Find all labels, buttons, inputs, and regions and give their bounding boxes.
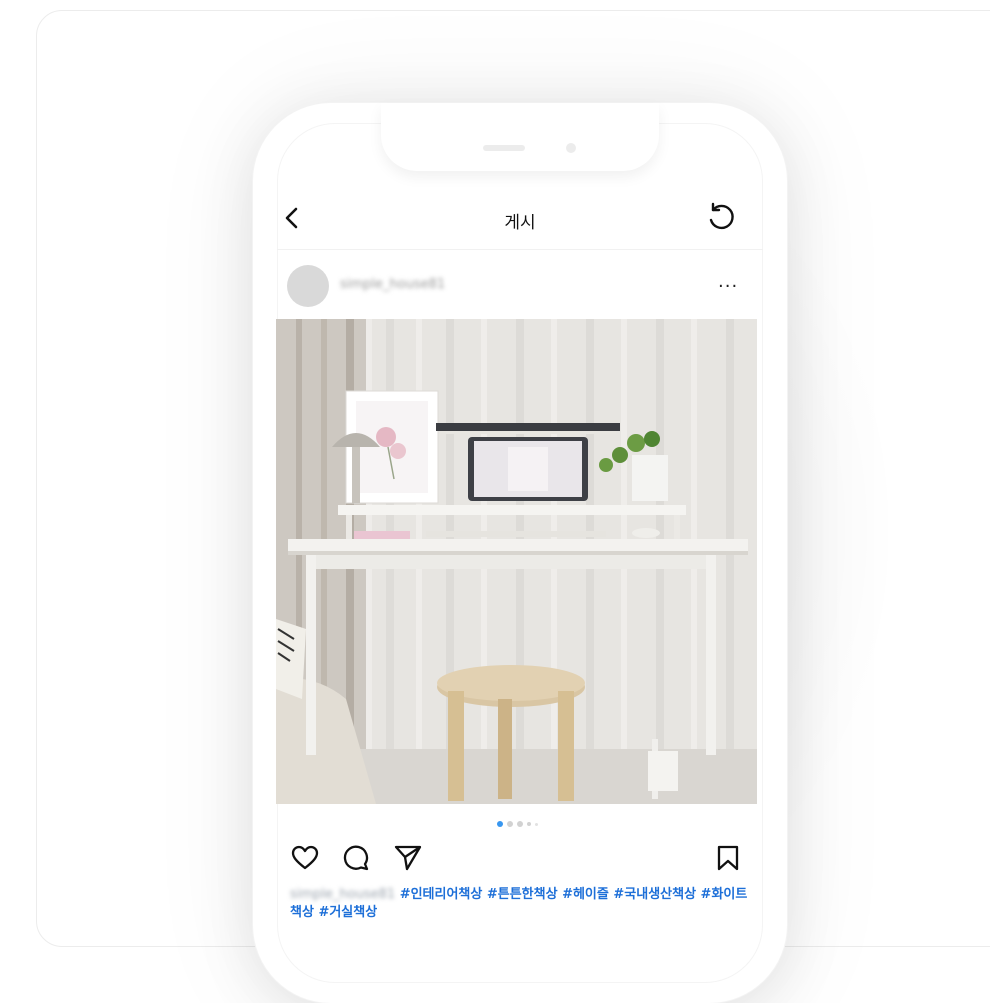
caption-username[interactable]: simple_house81 xyxy=(290,887,395,902)
back-button[interactable] xyxy=(282,204,304,232)
phone-camera xyxy=(566,143,576,153)
share-button[interactable] xyxy=(393,844,423,872)
heart-icon xyxy=(291,845,319,870)
carousel-dot xyxy=(517,821,523,827)
carousel-dot xyxy=(497,821,503,827)
bookmark-icon xyxy=(717,845,739,871)
page-title: 게시 xyxy=(504,213,536,233)
carousel-dot xyxy=(535,822,538,826)
send-icon xyxy=(394,845,422,871)
chevron-left-icon xyxy=(285,207,298,229)
refresh-button[interactable] xyxy=(703,202,739,234)
post-username[interactable]: simple_house81 xyxy=(340,277,445,292)
post-photo[interactable] xyxy=(276,319,757,804)
desk-photo xyxy=(276,319,757,804)
like-button[interactable] xyxy=(291,845,319,871)
save-button[interactable] xyxy=(716,844,740,872)
avatar[interactable] xyxy=(287,265,329,307)
carousel-dot xyxy=(507,821,513,827)
comment-button[interactable] xyxy=(342,845,370,871)
phone-notch xyxy=(381,103,659,171)
comment-icon xyxy=(343,845,369,871)
carousel-indicator xyxy=(497,821,538,827)
phone-speaker xyxy=(483,145,525,151)
header-divider xyxy=(277,249,763,250)
post-caption: simple_house81 #인테리어책상 #튼튼한책상 #헤이즐 #국내생산… xyxy=(290,886,750,922)
refresh-icon xyxy=(709,202,734,230)
carousel-dot xyxy=(527,822,531,826)
more-options-button[interactable]: ··· xyxy=(718,276,738,297)
